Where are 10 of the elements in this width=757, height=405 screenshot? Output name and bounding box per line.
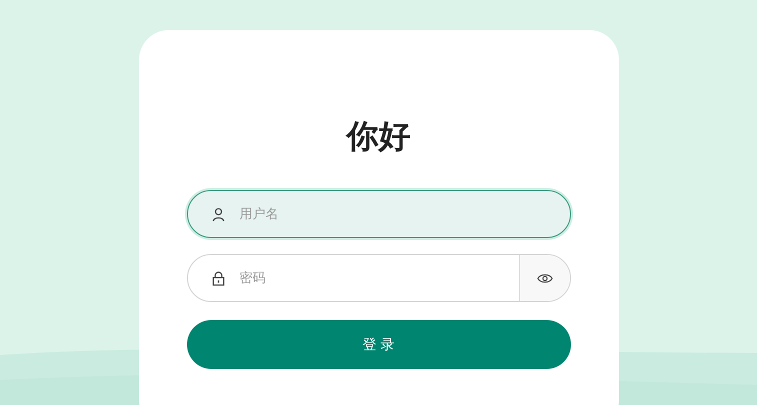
greeting-title: 你好 xyxy=(344,116,412,157)
lock-icon xyxy=(210,270,226,286)
username-field[interactable]: 用户名 xyxy=(186,190,570,238)
user-icon xyxy=(210,206,226,222)
username-input[interactable]: 用户名 xyxy=(238,206,570,222)
eye-icon xyxy=(536,272,552,284)
login-button[interactable]: 登 录 xyxy=(186,320,570,369)
password-field[interactable]: 密码 xyxy=(186,254,570,302)
password-input[interactable]: 密码 xyxy=(238,270,518,286)
show-password-button[interactable] xyxy=(518,255,570,301)
